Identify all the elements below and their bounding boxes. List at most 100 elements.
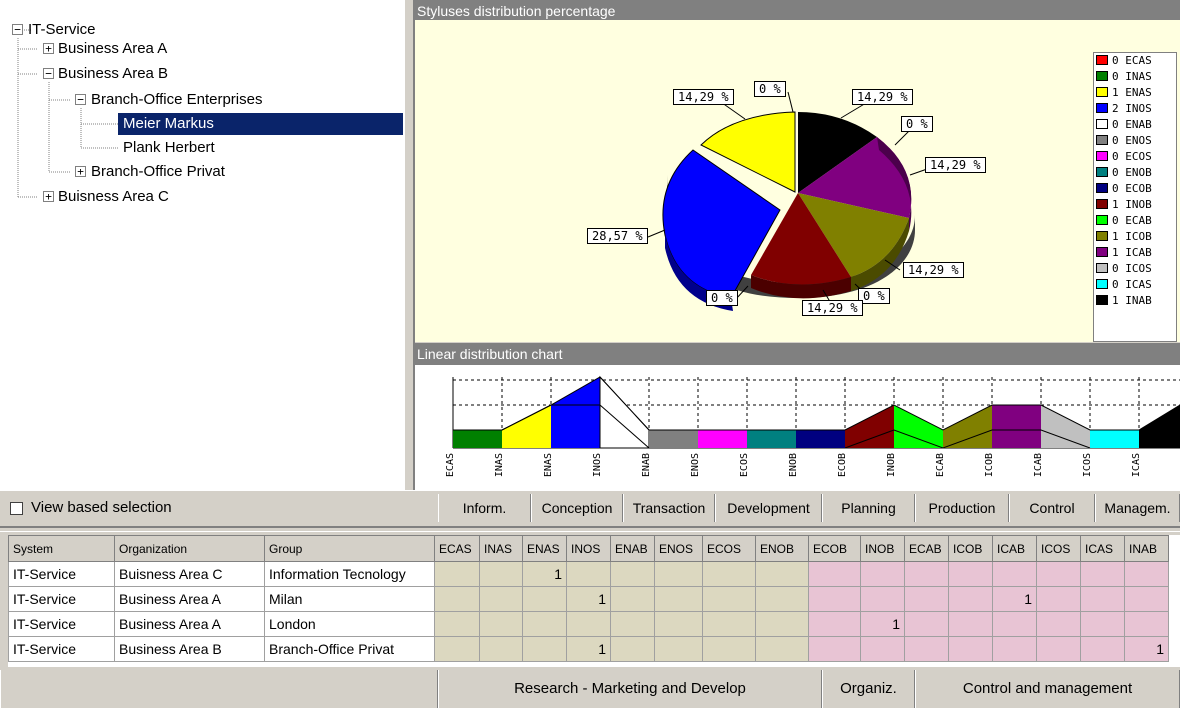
category-production[interactable]: Production (915, 494, 1009, 522)
cell-enob[interactable] (755, 586, 809, 612)
cell-system[interactable]: IT-Service (8, 586, 115, 612)
cell-enos[interactable] (654, 636, 703, 662)
col-inab[interactable]: INAB (1124, 535, 1169, 562)
cell-enas[interactable] (522, 586, 567, 612)
cell-organization[interactable]: Business Area A (114, 611, 265, 637)
cell-icas[interactable] (1080, 636, 1125, 662)
cell-enob[interactable] (755, 636, 809, 662)
cell-enab[interactable] (610, 611, 655, 637)
tree-node-business-area-b[interactable]: Business Area B (58, 63, 168, 85)
cell-ecas[interactable] (434, 611, 480, 637)
col-system[interactable]: System (8, 535, 115, 562)
cell-icos[interactable] (1036, 611, 1081, 637)
col-icos[interactable]: ICOS (1036, 535, 1081, 562)
collapse-icon[interactable]: − (75, 94, 86, 105)
footer-research-marketing[interactable]: Research - Marketing and Develop (438, 670, 822, 708)
cell-organization[interactable]: Buisness Area C (114, 561, 265, 587)
cell-ecob[interactable] (808, 586, 861, 612)
cell-enab[interactable] (610, 561, 655, 587)
cell-system[interactable]: IT-Service (8, 611, 115, 637)
cell-icab[interactable] (992, 561, 1037, 587)
organization-tree[interactable]: − IT-Service + Business Area A − Busines… (0, 0, 403, 490)
cell-ecab[interactable] (904, 636, 949, 662)
cell-icob[interactable] (948, 586, 993, 612)
col-ecas[interactable]: ECAS (434, 535, 480, 562)
cell-icas[interactable] (1080, 586, 1125, 612)
cell-ecob[interactable] (808, 636, 861, 662)
col-ecob[interactable]: ECOB (808, 535, 861, 562)
cell-inos[interactable] (566, 561, 611, 587)
col-enas[interactable]: ENAS (522, 535, 567, 562)
cell-inos[interactable]: 1 (566, 636, 611, 662)
cell-icos[interactable] (1036, 636, 1081, 662)
cell-system[interactable]: IT-Service (8, 636, 115, 662)
cell-system[interactable]: IT-Service (8, 561, 115, 587)
cell-enas[interactable] (522, 611, 567, 637)
cell-inos[interactable]: 1 (566, 586, 611, 612)
col-organization[interactable]: Organization (114, 535, 265, 562)
expand-icon[interactable]: + (75, 166, 86, 177)
cell-ecab[interactable] (904, 586, 949, 612)
cell-inob[interactable] (860, 561, 905, 587)
cell-inab[interactable] (1124, 586, 1169, 612)
cell-icas[interactable] (1080, 561, 1125, 587)
col-icab[interactable]: ICAB (992, 535, 1037, 562)
tree-node-branch-office-enterprises[interactable]: Branch-Office Enterprises (91, 89, 262, 111)
cell-inas[interactable] (479, 611, 523, 637)
cell-inob[interactable] (860, 636, 905, 662)
tree-node-branch-office-privat[interactable]: Branch-Office Privat (91, 161, 225, 183)
cell-group[interactable]: Information Tecnology (264, 561, 435, 587)
cell-icab[interactable]: 1 (992, 586, 1037, 612)
category-planning[interactable]: Planning (822, 494, 915, 522)
table-row[interactable]: IT-Service Business Area A London 1 (8, 611, 1169, 637)
cell-enab[interactable] (610, 636, 655, 662)
cell-icab[interactable] (992, 636, 1037, 662)
cell-ecas[interactable] (434, 561, 480, 587)
vertical-splitter[interactable] (403, 0, 415, 490)
col-inob[interactable]: INOB (860, 535, 905, 562)
cell-icob[interactable] (948, 611, 993, 637)
cell-enos[interactable] (654, 611, 703, 637)
col-inas[interactable]: INAS (479, 535, 523, 562)
category-development[interactable]: Development (715, 494, 822, 522)
collapse-icon[interactable]: − (12, 24, 23, 35)
table-row[interactable]: IT-Service Business Area A Milan 1 1 (8, 586, 1169, 612)
col-icas[interactable]: ICAS (1080, 535, 1125, 562)
col-enos[interactable]: ENOS (654, 535, 703, 562)
cell-enas[interactable]: 1 (522, 561, 567, 587)
cell-icob[interactable] (948, 636, 993, 662)
col-icob[interactable]: ICOB (948, 535, 993, 562)
col-ecos[interactable]: ECOS (702, 535, 756, 562)
cell-inab[interactable]: 1 (1124, 636, 1169, 662)
category-managem[interactable]: Managem. (1095, 494, 1180, 522)
col-enob[interactable]: ENOB (755, 535, 809, 562)
cell-inob[interactable]: 1 (860, 611, 905, 637)
cell-ecos[interactable] (702, 611, 756, 637)
cell-inas[interactable] (479, 561, 523, 587)
cell-ecos[interactable] (702, 561, 756, 587)
cell-enob[interactable] (755, 561, 809, 587)
cell-inob[interactable] (860, 586, 905, 612)
col-ecab[interactable]: ECAB (904, 535, 949, 562)
category-transaction[interactable]: Transaction (623, 494, 715, 522)
cell-enos[interactable] (654, 586, 703, 612)
cell-icos[interactable] (1036, 586, 1081, 612)
col-group[interactable]: Group (264, 535, 435, 562)
category-control[interactable]: Control (1009, 494, 1095, 522)
cell-icob[interactable] (948, 561, 993, 587)
tree-node-plank-herbert[interactable]: Plank Herbert (123, 137, 215, 159)
cell-ecab[interactable] (904, 611, 949, 637)
cell-group[interactable]: London (264, 611, 435, 637)
cell-organization[interactable]: Business Area A (114, 586, 265, 612)
cell-group[interactable]: Branch-Office Privat (264, 636, 435, 662)
cell-inos[interactable] (566, 611, 611, 637)
footer-control-management[interactable]: Control and management (915, 670, 1180, 708)
category-conception[interactable]: Conception (531, 494, 623, 522)
cell-icos[interactable] (1036, 561, 1081, 587)
category-inform[interactable]: Inform. (438, 494, 531, 522)
cell-ecos[interactable] (702, 636, 756, 662)
table-row[interactable]: IT-Service Buisness Area C Information T… (8, 561, 1169, 587)
footer-organiz[interactable]: Organiz. (822, 670, 915, 708)
tree-node-business-area-a[interactable]: Business Area A (58, 38, 167, 60)
cell-icas[interactable] (1080, 611, 1125, 637)
